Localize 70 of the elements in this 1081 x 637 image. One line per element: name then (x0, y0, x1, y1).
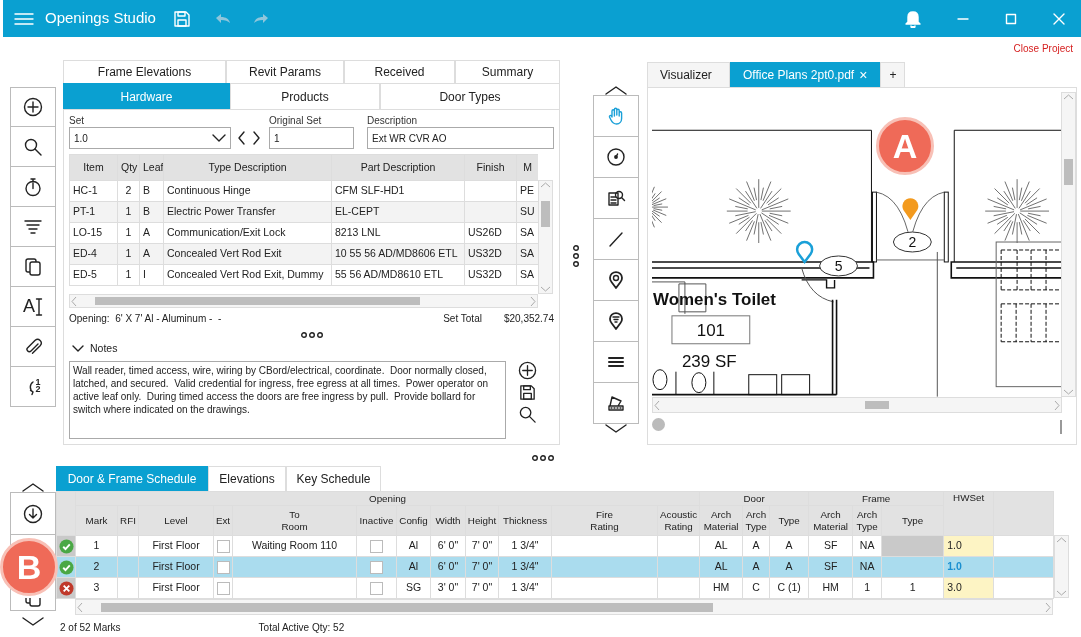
close-project-link[interactable]: Close Project (1013, 41, 1073, 57)
tab[interactable]: Frame Elevations (63, 60, 226, 83)
set-dropdown[interactable]: 1.0 (69, 127, 231, 149)
tab[interactable]: Visualizer (647, 62, 730, 87)
table-row[interactable]: 2 First Floor Al 6' 0" 7' 0" 1 3/4" AL A A SF NA 1.0 (56, 556, 1054, 578)
column-group-header: Door (699, 491, 809, 506)
field-label: Description (367, 114, 419, 127)
column-header: HWSet (943, 491, 994, 536)
column-header: Fire Rating (551, 505, 658, 536)
field-label: Set (69, 114, 85, 127)
table-cell: B (139, 180, 164, 202)
table-row[interactable]: 3 First Floor SG 3' 0" 7' 0" 1 3/4" HM C C (1) HM 1 1 3.0 (56, 577, 1054, 599)
tab[interactable]: Elevations (208, 466, 286, 491)
table-cell: ED-4 (69, 243, 118, 265)
door-tag[interactable]: 5 (819, 255, 858, 277)
table-cell: I (139, 264, 164, 286)
table-cell: HC-1 (69, 180, 118, 202)
callout-marker: A (876, 117, 934, 175)
table-cell: 55 56 AD/MD8610 ETL (331, 264, 465, 286)
table-row[interactable]: 1 First Floor Waiting Room 110 Al 6' 0" 7' 0" 1 3/4" AL A A SF NA 1.0 (56, 535, 1054, 557)
total-quantity: Total Active Qty: 52 (258, 621, 345, 635)
table-cell: 2 (117, 180, 140, 202)
table-cell: US26D (464, 222, 517, 244)
tab[interactable]: Received (344, 60, 455, 83)
table-cell: CFM SLF-HD1 (331, 180, 465, 202)
column-header: Type (881, 505, 944, 536)
tab[interactable]: Door Types (380, 83, 560, 109)
add-tab-button[interactable]: + (880, 62, 906, 87)
column-group-header: Frame (808, 491, 944, 506)
table-cell: A (139, 222, 164, 244)
table-cell: ED-5 (69, 264, 118, 286)
column-header: Finish (464, 154, 517, 181)
tab[interactable]: Key Schedule (286, 466, 381, 491)
room-area: 239 SF (681, 351, 737, 371)
table-cell: LO-15 (69, 222, 118, 244)
mark-count: 2 of 52 Marks (60, 621, 121, 635)
column-header: M (516, 154, 538, 181)
column-header: Part Description (331, 154, 465, 181)
room-name: Women's Toilet (653, 289, 776, 309)
column-header: Level (138, 505, 214, 536)
tab[interactable]: Revit Params (226, 60, 344, 83)
notes-heading: Notes (90, 341, 118, 356)
table-cell: 8213 LNL (331, 222, 465, 244)
table-cell: PT-1 (69, 201, 118, 223)
door-tag[interactable]: 2 (892, 231, 932, 253)
column-header: Item (69, 154, 118, 181)
table-cell: Concealed Vert Rod Exit, Dummy (163, 264, 332, 286)
tab[interactable]: Summary (455, 60, 560, 83)
opening-summary: Opening: 6' X 7' Al - Aluminum - - (69, 312, 222, 326)
set-total-label: Set Total (443, 312, 482, 326)
column-header: Qty (117, 154, 140, 181)
column-group-header: Opening (75, 491, 700, 506)
set-total-value: $20,352.74 (503, 312, 554, 326)
app-title: Openings Studio (45, 8, 156, 29)
table-cell: Continuous Hinge (163, 180, 332, 202)
tab[interactable]: Products (230, 83, 380, 109)
field-label: Original Set (269, 114, 323, 127)
table-cell: 1 (117, 264, 140, 286)
table-cell: 1 (117, 222, 140, 244)
original-set-field[interactable]: 1 (269, 127, 354, 149)
column-header: Thickness (498, 505, 552, 536)
notes-field[interactable]: Wall reader, timed access, wire, wiring by CBord/electrical, coordinate. Door normally closed, latched, and secured. Valid credential for ingress, free egress at all times. Power operator on active leaf only. During timed access the doors are free ingress by pull. Provide bollard for switch where indicated on the drawings. (69, 360, 506, 439)
text-tool-button[interactable]: A (10, 287, 56, 327)
table-cell: US32D (464, 264, 517, 286)
table-cell: Communication/Exit Lock (163, 222, 332, 244)
column-header: To Room (232, 505, 357, 536)
callout-marker: B (0, 538, 58, 596)
room-number: 101 (696, 320, 725, 340)
column-header: Type Description (163, 154, 332, 181)
description-field[interactable]: Ext WR CVR AO (367, 127, 554, 149)
